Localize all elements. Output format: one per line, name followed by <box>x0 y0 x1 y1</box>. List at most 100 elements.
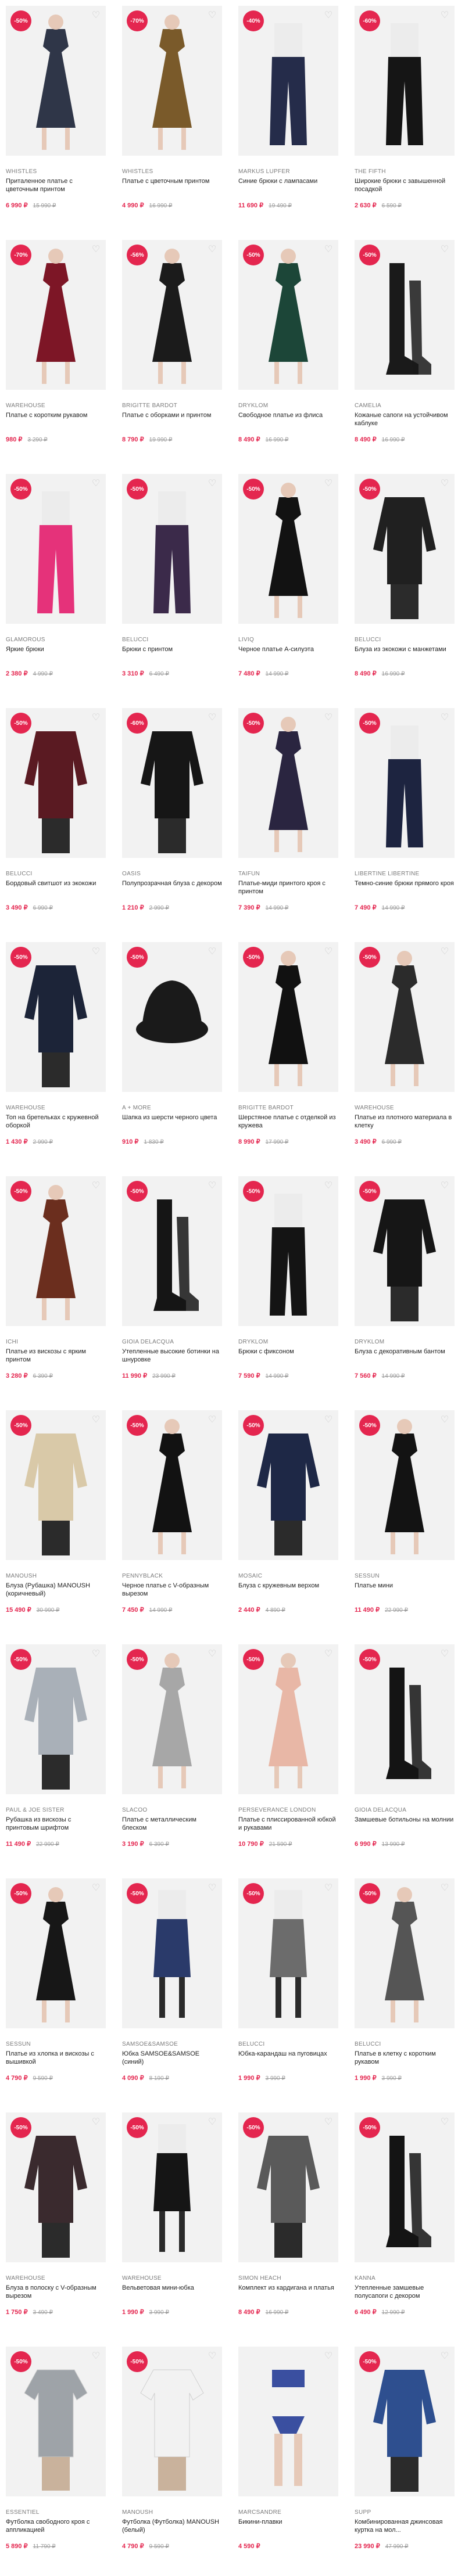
heart-icon[interactable]: ♡ <box>323 245 334 255</box>
heart-icon[interactable]: ♡ <box>207 1883 217 1894</box>
product-card[interactable]: -50% ♡ SAMSOE&SAMSOE Юбка SAMSOE&SAMSOE … <box>122 1873 222 2107</box>
product-image[interactable]: -56% ♡ <box>122 240 222 390</box>
product-card[interactable]: -40% ♡ MARKUS LUPFER Синие брюки с лампа… <box>238 0 338 234</box>
product-brand[interactable]: BELUCCI <box>6 871 106 877</box>
product-card[interactable]: -50% ♡ LIVIQ Черное платье А-силуэта 7 4… <box>238 468 338 702</box>
product-image[interactable]: -70% ♡ <box>122 6 222 156</box>
product-title[interactable]: Юбка SAMSOE&SAMSOE (синий) <box>122 2050 222 2066</box>
heart-icon[interactable]: ♡ <box>439 10 450 21</box>
product-image[interactable]: -50% ♡ <box>122 942 222 1092</box>
heart-icon[interactable]: ♡ <box>207 947 217 957</box>
product-title[interactable]: Черное платье А-силуэта <box>238 645 338 662</box>
product-image[interactable]: -50% ♡ <box>6 708 106 858</box>
product-card[interactable]: -50% ♡ SLACOO Платье с металлическим бле… <box>122 1639 222 1873</box>
product-card[interactable]: -70% ♡ WAREHOUSE Платье с коротким рукав… <box>6 234 106 468</box>
heart-icon[interactable]: ♡ <box>207 2117 217 2128</box>
product-card[interactable]: -50% ♡ WHISTLES Приталенное платье с цве… <box>6 0 106 234</box>
product-image[interactable]: -50% ♡ <box>355 1410 455 1560</box>
product-title[interactable]: Блуза с декоративным бантом <box>355 1348 455 1364</box>
product-card[interactable]: -50% ♡ PAUL & JOE SISTER Рубашка из виск… <box>6 1639 106 1873</box>
product-card[interactable]: -50% ♡ Camelia Кожаные сапоги на устойчи… <box>355 234 455 468</box>
product-title[interactable]: Футболка свободного кроя с аппликацией <box>6 2518 106 2534</box>
product-title[interactable]: Платье в клетку с коротким рукавом <box>355 2050 455 2066</box>
product-card[interactable]: -50% ♡ Dryklom Блуза с декоративным бант… <box>355 1170 455 1404</box>
heart-icon[interactable]: ♡ <box>207 1649 217 1659</box>
product-image[interactable]: -60% ♡ <box>355 6 455 156</box>
heart-icon[interactable]: ♡ <box>439 2117 450 2128</box>
product-title[interactable]: Бордовый свитшот из экокожи <box>6 879 106 896</box>
product-title[interactable]: Шерстяное платье с отделкой из кружева <box>238 1113 338 1130</box>
product-brand[interactable]: SESSUN <box>6 2041 106 2047</box>
product-image[interactable]: -40% ♡ <box>238 6 338 156</box>
product-title[interactable]: Платье с плиссированной юбкой и рукавами <box>238 1816 338 1832</box>
heart-icon[interactable]: ♡ <box>439 1649 450 1659</box>
product-image[interactable]: -50% ♡ <box>355 474 455 624</box>
product-title[interactable]: Платье из плотного материала в клетку <box>355 1113 455 1130</box>
product-brand[interactable]: Dryklom <box>238 403 338 409</box>
heart-icon[interactable]: ♡ <box>91 2351 101 2362</box>
product-brand[interactable]: WAREHOUSE <box>122 2275 222 2282</box>
product-card[interactable]: -60% ♡ Oasis Полупрозрачная блуза с деко… <box>122 702 222 936</box>
heart-icon[interactable]: ♡ <box>323 1883 334 1894</box>
product-title[interactable]: Брюки с принтом <box>122 645 222 662</box>
product-brand[interactable]: WAREHOUSE <box>6 1105 106 1111</box>
product-brand[interactable]: Dryklom <box>238 1339 338 1345</box>
product-title[interactable]: Платье из вискозы с ярким принтом <box>6 1348 106 1364</box>
product-title[interactable]: Бикини-плавки <box>238 2518 338 2534</box>
product-brand[interactable]: LIBERTINE LIBERTINE <box>355 871 455 877</box>
product-card[interactable]: -50% ♡ PERSEVERANCE LONDON Платье с плис… <box>238 1639 338 1873</box>
product-image[interactable]: -50% ♡ <box>238 1176 338 1326</box>
product-image[interactable]: -50% ♡ <box>238 2112 338 2262</box>
product-image[interactable]: -50% ♡ <box>355 1644 455 1794</box>
product-card[interactable]: -50% ♡ SUPP Комбинированная джинсовая ку… <box>355 2341 455 2575</box>
product-title[interactable]: Утепленные замшевые полусапоги с декором <box>355 2284 455 2300</box>
product-title[interactable]: Платье из хлопка и вискозы с вышивкой <box>6 2050 106 2066</box>
product-brand[interactable]: SAMSOE&SAMSOE <box>122 2041 222 2047</box>
product-card[interactable]: -50% ♡ ESSENTIEL Футболка свободного кро… <box>6 2341 106 2575</box>
product-title[interactable]: Темно-синие брюки прямого кроя <box>355 879 455 896</box>
product-card[interactable]: -50% ♡ WAREHOUSE Блуза в полоску с V-обр… <box>6 2107 106 2341</box>
heart-icon[interactable]: ♡ <box>91 10 101 21</box>
product-image[interactable]: -50% ♡ <box>122 1644 222 1794</box>
product-image[interactable]: -50% ♡ <box>238 240 338 390</box>
product-image[interactable]: -70% ♡ <box>6 240 106 390</box>
product-brand[interactable]: WAREHOUSE <box>6 2275 106 2282</box>
product-image[interactable]: -50% ♡ <box>355 2347 455 2496</box>
heart-icon[interactable]: ♡ <box>439 2351 450 2362</box>
product-card[interactable]: -50% ♡ MANOUSH Футболка (Футболка) MANOU… <box>122 2341 222 2575</box>
product-image[interactable]: -50% ♡ <box>6 1878 106 2028</box>
product-image[interactable]: -50% ♡ <box>6 1644 106 1794</box>
heart-icon[interactable]: ♡ <box>207 1415 217 1425</box>
product-title[interactable]: Утепленные высокие ботинки на шнуровке <box>122 1348 222 1364</box>
product-title[interactable]: Топ на бретельках с кружевной оборкой <box>6 1113 106 1130</box>
heart-icon[interactable]: ♡ <box>439 479 450 489</box>
product-brand[interactable]: Taifun <box>238 871 338 877</box>
product-title[interactable]: Вельветовая мини-юбка <box>122 2284 222 2300</box>
product-card[interactable]: -50% ♡ Mosaic Блуза с кружевным верхом 2… <box>238 1404 338 1639</box>
product-brand[interactable]: ICHI <box>6 1339 106 1345</box>
product-title[interactable]: Кожаные сапоги на устойчивом каблуке <box>355 411 455 427</box>
heart-icon[interactable]: ♡ <box>207 713 217 723</box>
product-card[interactable]: -50% ♡ SESSUN Платье из хлопка и вискозы… <box>6 1873 106 2107</box>
product-card[interactable]: -50% ♡ WAREHOUSE Топ на бретельках с кру… <box>6 936 106 1170</box>
product-image[interactable]: -50% ♡ <box>355 708 455 858</box>
product-card[interactable]: -50% ♡ Dryklom Брюки с фиксоном 7 590 ₽ … <box>238 1170 338 1404</box>
product-image[interactable]: -50% ♡ <box>6 1176 106 1326</box>
product-card[interactable]: -50% ♡ Dryklom Свободное платье из флиса… <box>238 234 338 468</box>
product-title[interactable]: Платье-миди принтого кроя с принтом <box>238 879 338 896</box>
product-image[interactable]: -50% ♡ <box>6 942 106 1092</box>
product-card[interactable]: -50% ♡ ICHI Платье из вискозы с ярким пр… <box>6 1170 106 1404</box>
product-brand[interactable]: BELUCCI <box>355 2041 455 2047</box>
product-image[interactable]: ♡ <box>238 2347 338 2496</box>
product-title[interactable]: Широкие брюки с завышенной посадкой <box>355 177 455 193</box>
product-title[interactable]: Платье с металлическим блеском <box>122 1816 222 1832</box>
heart-icon[interactable]: ♡ <box>91 1415 101 1425</box>
product-brand[interactable]: MARKUS LUPFER <box>238 168 338 175</box>
heart-icon[interactable]: ♡ <box>91 947 101 957</box>
product-image[interactable]: -50% ♡ <box>355 2112 455 2262</box>
heart-icon[interactable]: ♡ <box>207 2351 217 2362</box>
product-card[interactable]: -50% ♡ BELUCCI Бордовый свитшот из экоко… <box>6 702 106 936</box>
product-title[interactable]: Платье с оборками и принтом <box>122 411 222 427</box>
product-title[interactable]: Комплект из кардигана и платья <box>238 2284 338 2300</box>
product-brand[interactable]: WAREHOUSE <box>6 403 106 409</box>
